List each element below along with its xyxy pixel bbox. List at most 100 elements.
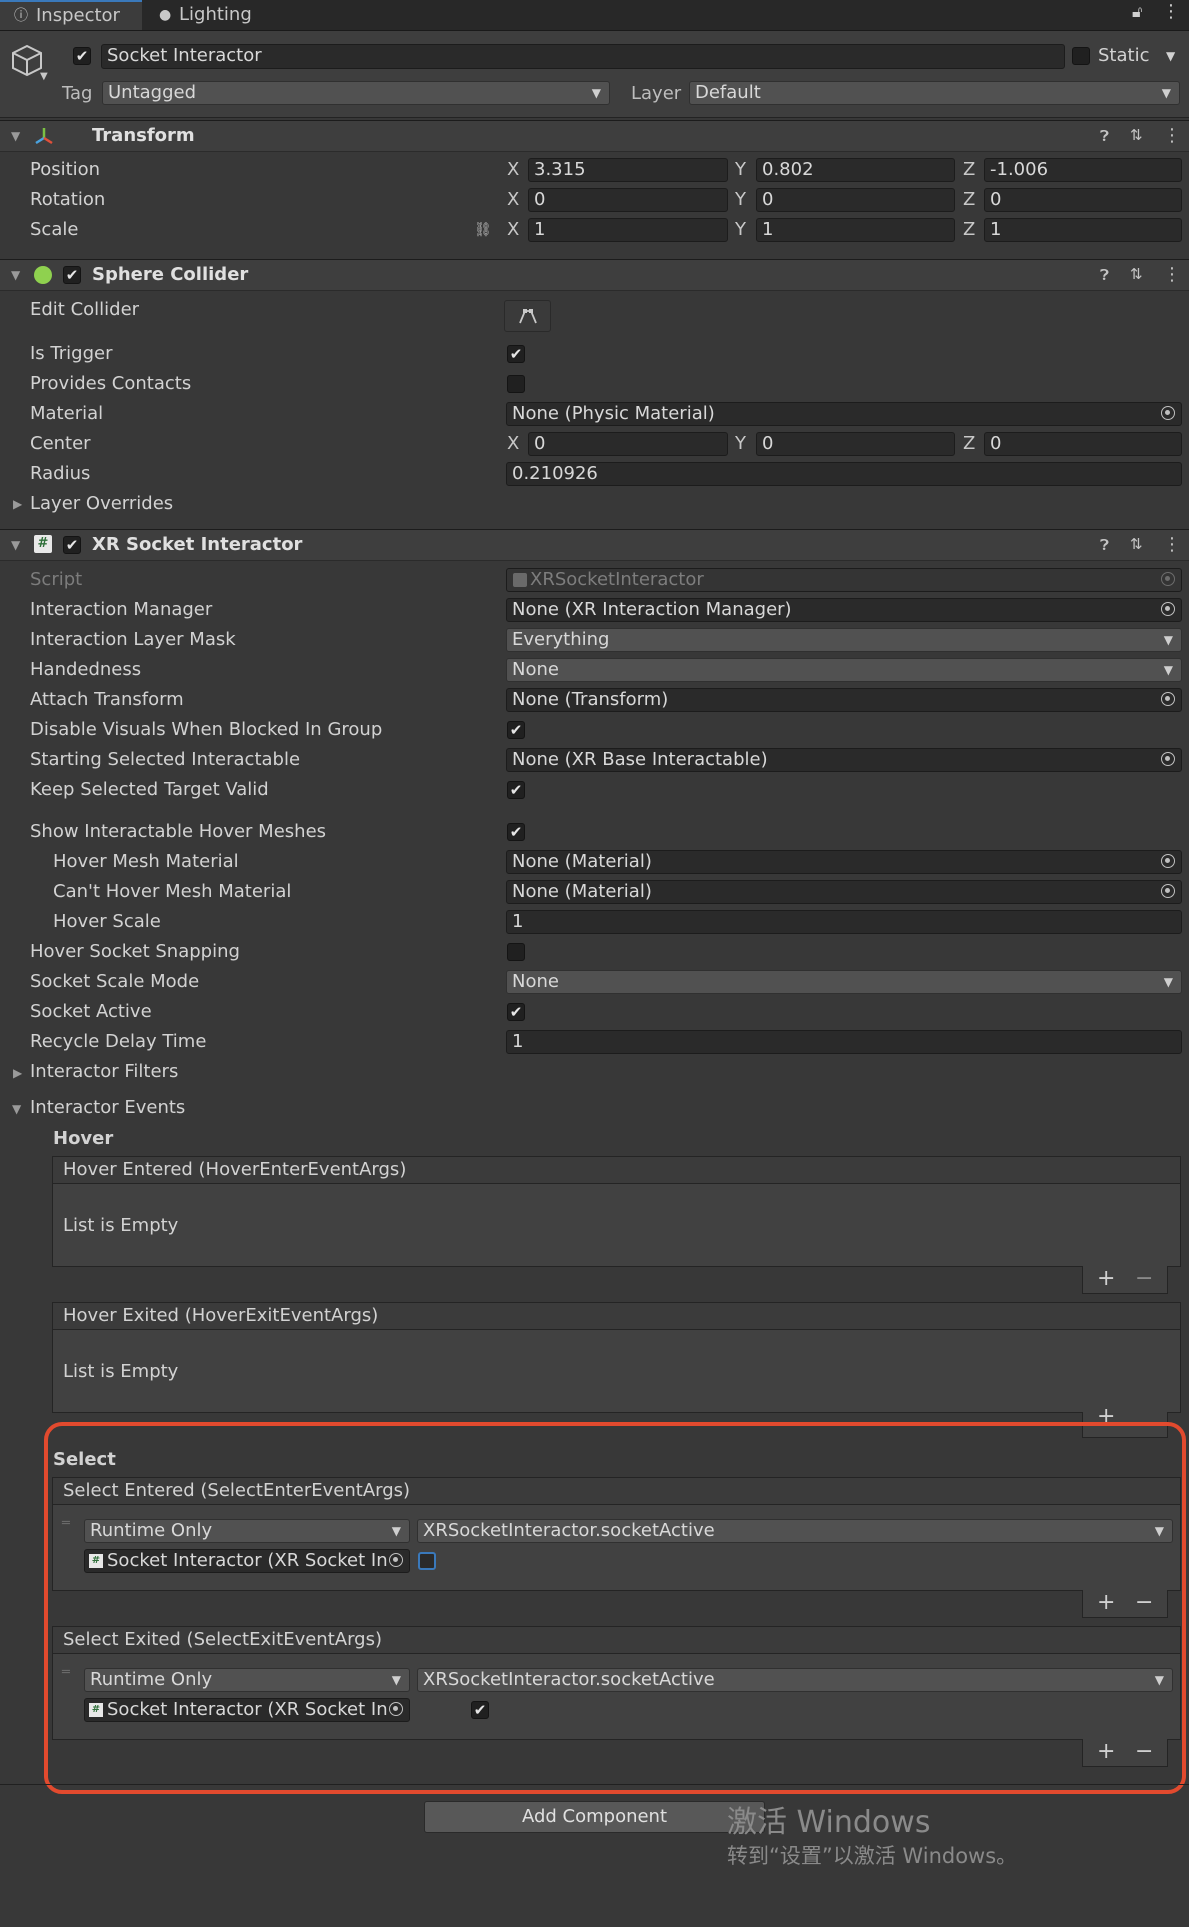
chevron-down-icon[interactable]: ▼ (40, 71, 48, 82)
interaction-manager-field[interactable]: None (XR Interaction Manager) (506, 598, 1182, 622)
lightbulb-icon: ● (159, 7, 172, 23)
foldout-arrow-icon[interactable]: ▶ (13, 1066, 22, 1080)
rotation-x-input[interactable]: 0 (528, 188, 728, 212)
preset-sliders-icon[interactable]: ⇅ (1130, 535, 1143, 553)
axis-x-label: X (507, 219, 520, 240)
tag-dropdown[interactable]: Untagged ▼ (102, 81, 610, 105)
kebab-menu-icon[interactable]: ⋮ (1163, 534, 1181, 555)
socket-active-checkbox[interactable] (507, 1003, 525, 1021)
recycle-delay-time-input[interactable]: 1 (506, 1030, 1182, 1054)
active-checkbox[interactable] (73, 47, 91, 65)
rotation-label: Rotation (30, 189, 106, 210)
script-file-icon (513, 573, 527, 587)
position-z-input[interactable]: -1.006 (984, 158, 1182, 182)
disable-visuals-checkbox[interactable] (507, 721, 525, 739)
foldout-arrow-icon[interactable]: ▼ (11, 129, 20, 143)
rotation-z-input[interactable]: 0 (984, 188, 1182, 212)
object-picker-icon[interactable] (1161, 884, 1175, 898)
keep-selected-target-valid-checkbox[interactable] (507, 781, 525, 799)
interactor-events-foldout[interactable]: Interactor Events (30, 1096, 185, 1120)
lock-icon[interactable]: 🔓︎ (1132, 2, 1142, 22)
tag-value: Untagged (108, 82, 197, 103)
provides-contacts-checkbox[interactable] (507, 375, 525, 393)
scale-x-input[interactable]: 1 (528, 218, 728, 242)
constrain-proportions-link-icon[interactable]: ⛓︎ (474, 218, 492, 242)
position-x-input[interactable]: 3.315 (528, 158, 728, 182)
disable-visuals-label: Disable Visuals When Blocked In Group (30, 719, 383, 740)
tab-inspector[interactable]: ⓘ Inspector (0, 0, 142, 30)
tab-label: Lighting (179, 4, 252, 25)
object-picker-icon[interactable] (1161, 692, 1175, 706)
object-picker-icon[interactable] (1161, 854, 1175, 868)
hover-entered-event-title: Hover Entered (HoverEnterEventArgs) (52, 1156, 1181, 1184)
component-enabled-checkbox[interactable] (63, 536, 81, 554)
show-hover-meshes-checkbox[interactable] (507, 823, 525, 841)
interaction-layer-mask-dropdown[interactable]: Everything ▼ (506, 628, 1182, 652)
layer-overrides-foldout[interactable]: Layer Overrides (30, 492, 173, 516)
preset-sliders-icon[interactable]: ⇅ (1130, 126, 1143, 144)
hover-mesh-material-field[interactable]: None (Material) (506, 850, 1182, 874)
object-header: ▼ Socket Interactor Static ▼ Tag Untagge… (0, 31, 1189, 118)
socket-scale-mode-dropdown[interactable]: None ▼ (506, 970, 1182, 994)
hover-mesh-material-value: None (Material) (512, 851, 652, 872)
foldout-arrow-icon[interactable]: ▶ (13, 497, 22, 511)
interactor-filters-foldout[interactable]: Interactor Filters (30, 1060, 178, 1084)
radius-input[interactable]: 0.210926 (506, 462, 1182, 486)
center-z-input[interactable]: 0 (984, 432, 1182, 456)
help-icon[interactable]: ❓︎ (1100, 127, 1109, 145)
static-checkbox[interactable] (1072, 47, 1090, 65)
hover-scale-input[interactable]: 1 (506, 910, 1182, 934)
object-picker-icon[interactable] (1161, 406, 1175, 420)
component-title: Sphere Collider (92, 264, 249, 285)
transform-axes-icon (35, 128, 53, 145)
scale-z-input[interactable]: 1 (984, 218, 1182, 242)
attach-transform-field[interactable]: None (Transform) (506, 688, 1182, 712)
gameobject-cube-icon (12, 44, 42, 77)
material-object-field[interactable]: None (Physic Material) (506, 402, 1182, 426)
cant-hover-mesh-material-field[interactable]: None (Material) (506, 880, 1182, 904)
remove-listener-button[interactable]: − (1135, 1266, 1153, 1292)
kebab-menu-icon[interactable]: ⋮ (1162, 1, 1180, 22)
edit-collider-button[interactable] (504, 300, 551, 332)
help-icon[interactable]: ❓︎ (1100, 536, 1109, 554)
starting-selected-interactable-value: None (XR Base Interactable) (512, 749, 768, 770)
hover-exited-event-title: Hover Exited (HoverExitEventArgs) (52, 1302, 1181, 1330)
position-label: Position (30, 159, 101, 180)
add-component-button[interactable]: Add Component (424, 1801, 765, 1833)
info-icon: ⓘ (14, 8, 28, 24)
object-picker-icon[interactable] (1161, 602, 1175, 616)
handedness-dropdown[interactable]: None ▼ (506, 658, 1182, 682)
tab-label: Inspector (36, 5, 120, 26)
foldout-arrow-icon[interactable]: ▼ (11, 538, 20, 552)
object-picker-icon[interactable] (1161, 752, 1175, 766)
static-dropdown-icon[interactable]: ▼ (1166, 43, 1175, 69)
center-y-input[interactable]: 0 (756, 432, 955, 456)
layer-dropdown[interactable]: Default ▼ (689, 81, 1180, 105)
foldout-arrow-icon[interactable]: ▼ (11, 268, 20, 282)
socket-active-label: Socket Active (30, 1001, 152, 1022)
handedness-value: None (512, 659, 559, 680)
divider (0, 1784, 1189, 1785)
hover-socket-snapping-checkbox[interactable] (507, 943, 525, 961)
is-trigger-checkbox[interactable] (507, 345, 525, 363)
foldout-arrow-icon[interactable]: ▼ (12, 1102, 21, 1116)
object-name-input[interactable]: Socket Interactor (101, 44, 1065, 69)
add-listener-button[interactable]: + (1097, 1266, 1115, 1292)
kebab-menu-icon[interactable]: ⋮ (1163, 264, 1181, 285)
xr-socket-interactor-header[interactable]: ▼ # XR Socket Interactor ❓︎ ⇅ ⋮ (0, 529, 1189, 561)
help-icon[interactable]: ❓︎ (1100, 266, 1109, 284)
transform-header[interactable]: ▼ Transform ❓︎ ⇅ ⋮ (0, 120, 1189, 152)
script-object-field: XRSocketInteractor (506, 568, 1182, 592)
position-y-input[interactable]: 0.802 (756, 158, 955, 182)
scale-y-input[interactable]: 1 (756, 218, 955, 242)
preset-sliders-icon[interactable]: ⇅ (1130, 265, 1143, 283)
tab-lighting[interactable]: ● Lighting (155, 0, 285, 30)
center-x-input[interactable]: 0 (528, 432, 728, 456)
hover-socket-snapping-label: Hover Socket Snapping (30, 941, 240, 962)
component-enabled-checkbox[interactable] (63, 266, 81, 284)
sphere-collider-header[interactable]: ▼ Sphere Collider ❓︎ ⇅ ⋮ (0, 259, 1189, 291)
rotation-y-input[interactable]: 0 (756, 188, 955, 212)
kebab-menu-icon[interactable]: ⋮ (1163, 125, 1181, 146)
center-label: Center (30, 433, 91, 454)
starting-selected-interactable-field[interactable]: None (XR Base Interactable) (506, 748, 1182, 772)
